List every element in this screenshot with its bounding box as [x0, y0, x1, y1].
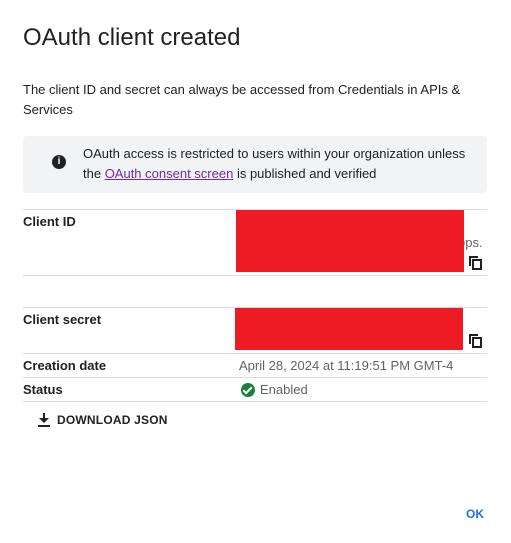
client-id-label: Client ID	[23, 214, 76, 229]
ok-button[interactable]: OK	[457, 502, 493, 526]
notice-text: OAuth access is restricted to users with…	[83, 144, 473, 184]
copy-client-id-icon[interactable]	[469, 256, 482, 270]
check-circle-icon	[241, 383, 255, 397]
download-json-label: DOWNLOAD JSON	[57, 413, 168, 427]
client-secret-redaction	[235, 308, 463, 350]
divider	[23, 377, 487, 378]
divider	[23, 275, 487, 276]
dialog-title: OAuth client created	[23, 24, 241, 51]
notice-banner: i OAuth access is restricted to users wi…	[23, 136, 487, 193]
status-label: Status	[23, 382, 63, 397]
client-secret-label: Client secret	[23, 312, 102, 327]
creation-date-value: April 28, 2024 at 11:19:51 PM GMT-4	[239, 358, 454, 373]
creation-date-label: Creation date	[23, 358, 107, 373]
dialog-description: The client ID and secret can always be a…	[23, 82, 461, 117]
client-id-redaction	[236, 210, 464, 272]
status-value: Enabled	[260, 382, 308, 397]
divider	[23, 401, 487, 402]
divider	[23, 353, 487, 354]
download-icon	[37, 412, 51, 428]
download-json-button[interactable]: DOWNLOAD JSON	[37, 406, 168, 434]
oauth-client-created-dialog: OAuth client created The client ID and s…	[0, 0, 511, 543]
info-icon: i	[52, 155, 66, 169]
copy-client-secret-icon[interactable]	[469, 334, 482, 348]
notice-text-after: is published and verified	[233, 166, 377, 181]
oauth-consent-screen-link[interactable]: OAuth consent screen	[105, 166, 234, 181]
